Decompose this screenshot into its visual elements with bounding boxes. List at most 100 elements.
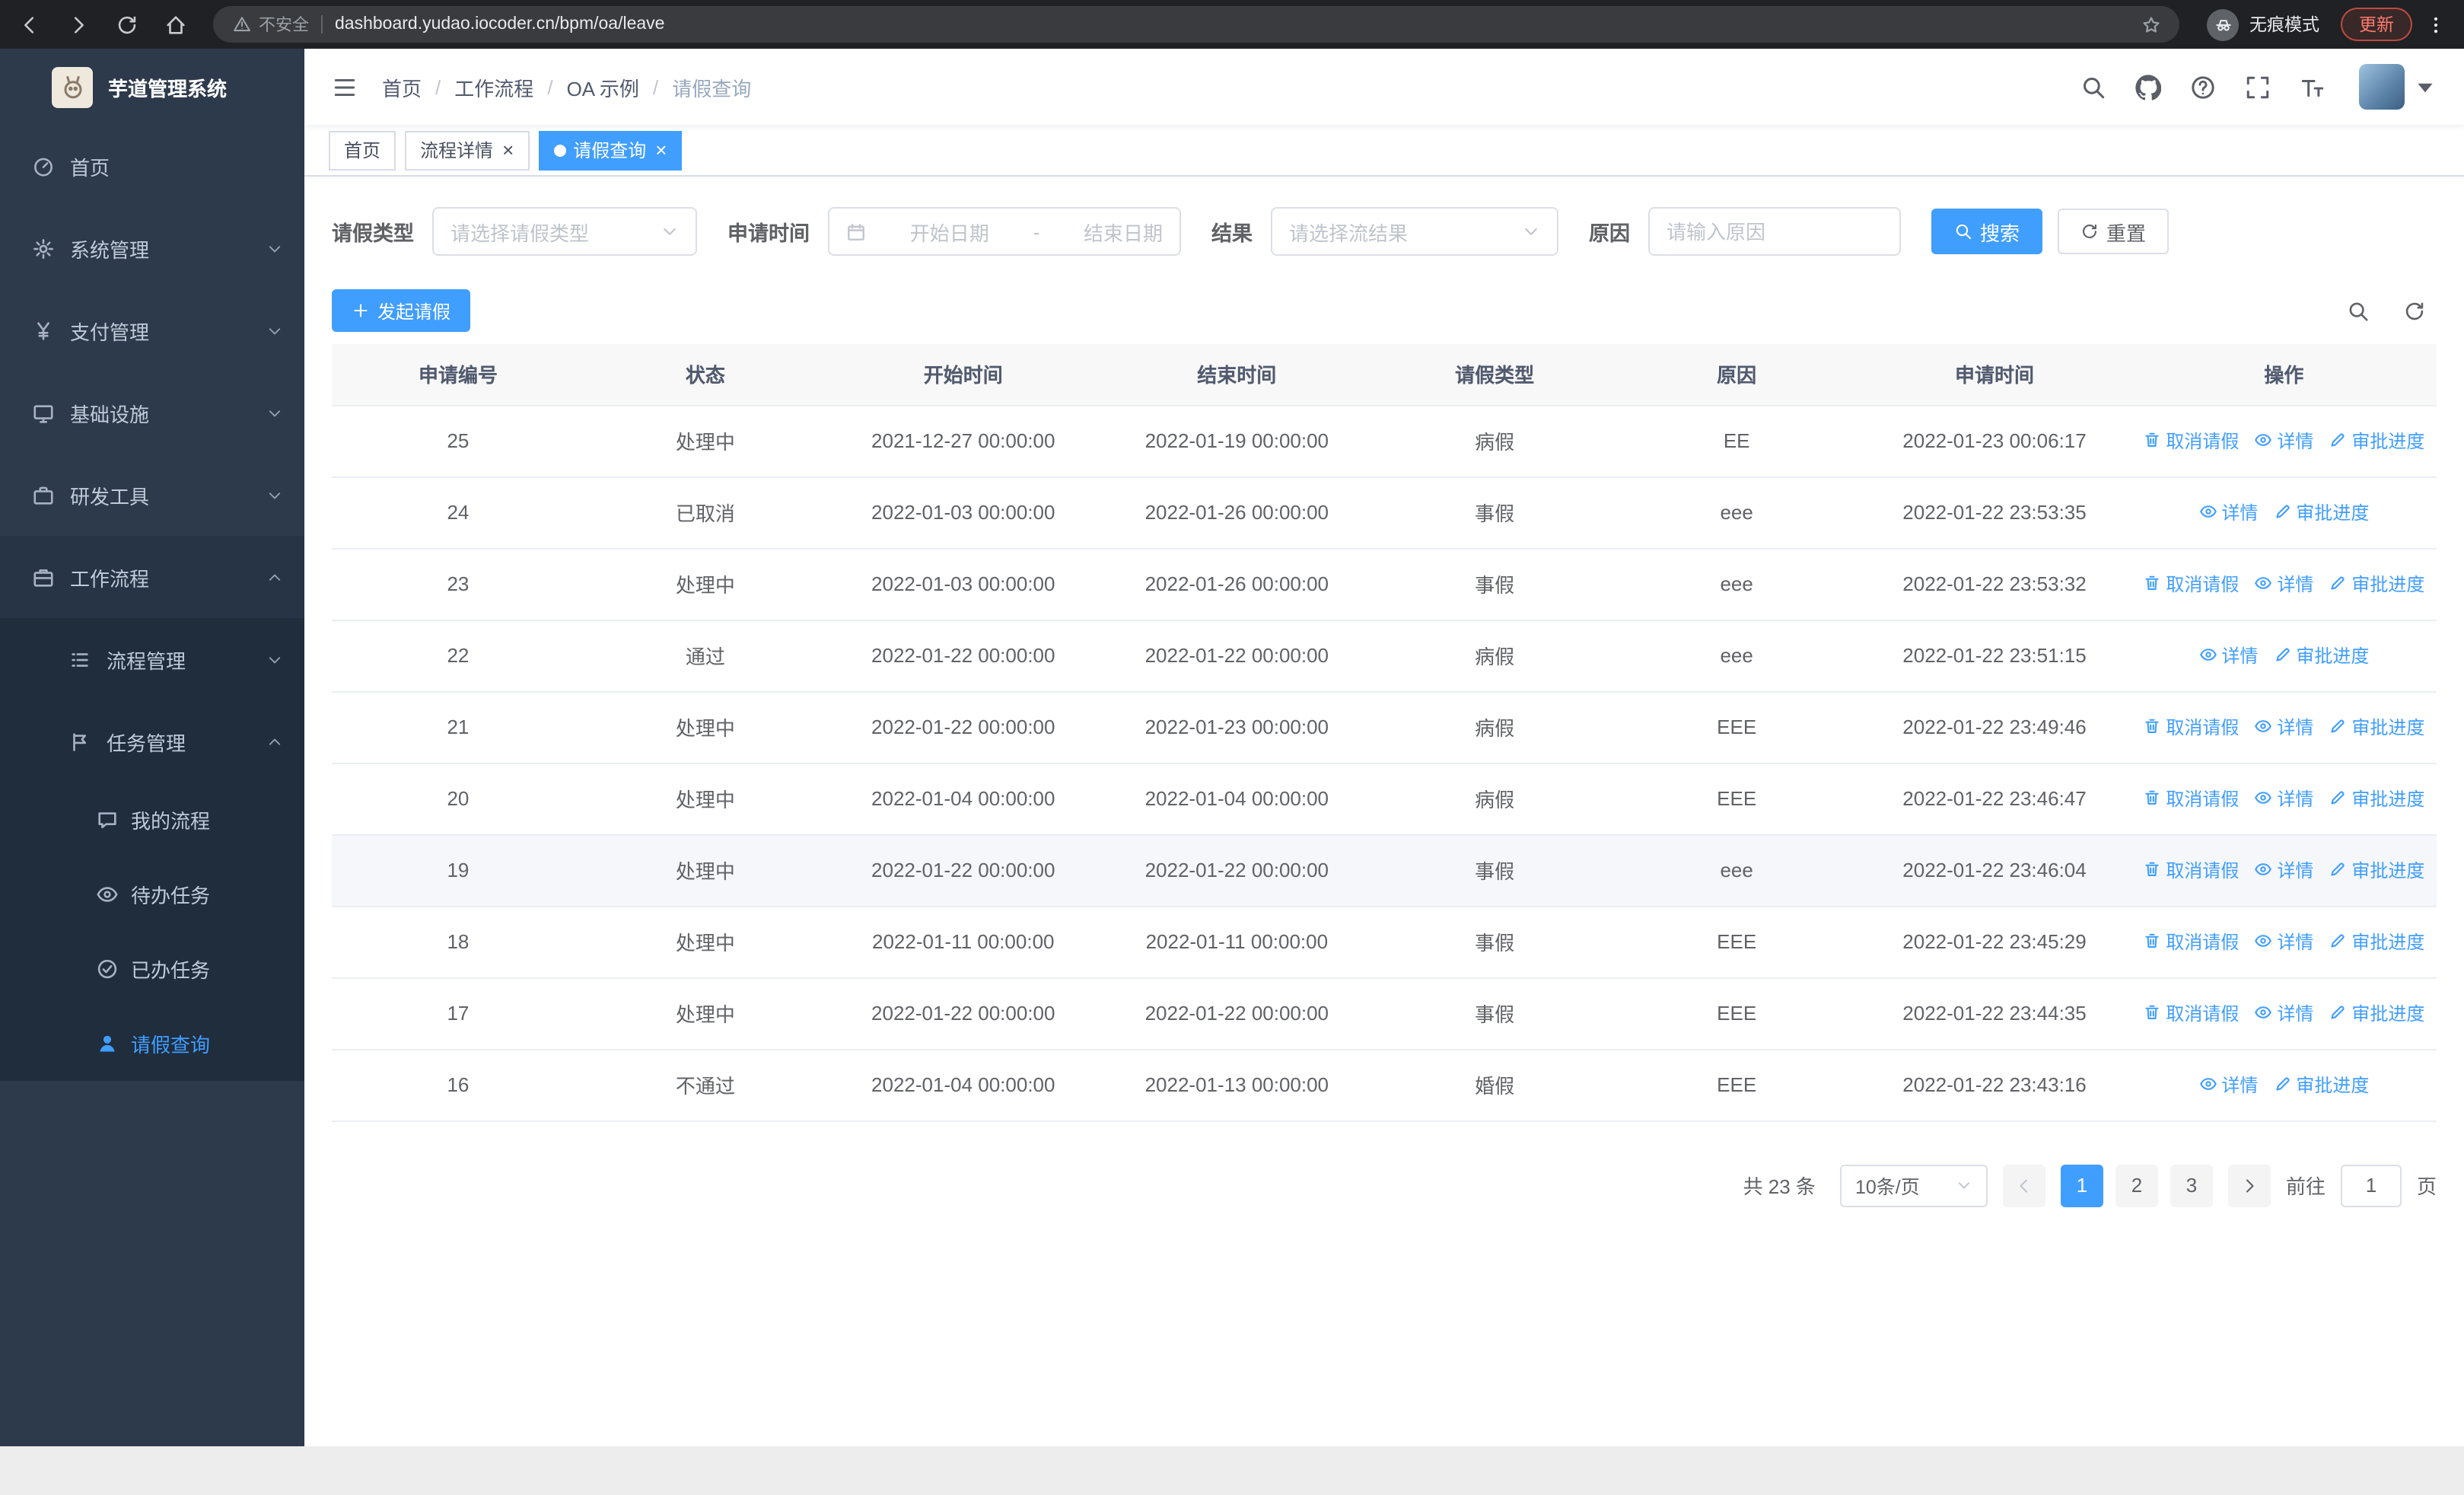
close-icon[interactable]: × [502, 140, 514, 160]
page-button-3[interactable]: 3 [2170, 1164, 2213, 1207]
progress-link[interactable]: 审批进度 [2273, 1072, 2369, 1098]
sidebar-item-2[interactable]: 支付管理 [0, 289, 304, 371]
end-date-placeholder: 结束日期 [1083, 222, 1163, 244]
sidebar-item-9[interactable]: 待办任务 [0, 857, 304, 932]
tab-2[interactable]: 请假查询 × [538, 130, 683, 170]
progress-link[interactable]: 审批进度 [2329, 929, 2424, 955]
fontsize-icon[interactable] [2298, 72, 2327, 101]
browser-update-button[interactable]: 更新 [2341, 8, 2412, 41]
sidebar-toggle-icon[interactable] [329, 72, 359, 102]
page-content: 请假类型 请选择请假类型 申请时间 开始日期 - 结束日期 结果 请选择流结果 [304, 177, 2464, 1446]
result-select[interactable]: 请选择流结果 [1271, 207, 1558, 256]
detail-link[interactable]: 详情 [2254, 786, 2313, 811]
toggle-search-icon[interactable] [2345, 298, 2371, 324]
cancel-leave-link[interactable]: 取消请假 [2143, 786, 2239, 811]
cancel-leave-link[interactable]: 取消请假 [2143, 929, 2239, 955]
cancel-leave-link[interactable]: 取消请假 [2143, 714, 2239, 740]
apply-time-range-input[interactable]: 开始日期 - 结束日期 [828, 207, 1181, 256]
sidebar-item-5[interactable]: 工作流程 [0, 536, 304, 618]
progress-link[interactable]: 审批进度 [2329, 786, 2424, 811]
browser-menu-icon[interactable] [2421, 9, 2449, 40]
fullscreen-icon[interactable] [2243, 72, 2272, 101]
sidebar-item-7[interactable]: 任务管理 [0, 700, 304, 783]
sidebar-item-label: 系统管理 [70, 238, 150, 261]
security-indicator[interactable]: 不安全 [231, 12, 309, 37]
cell-apply-time: 2022-01-22 23:43:16 [1858, 1049, 2131, 1121]
arrow-right-icon[interactable] [64, 11, 91, 38]
column-header: 操作 [2131, 344, 2437, 406]
user-menu[interactable] [2359, 64, 2440, 110]
detail-link[interactable]: 详情 [2198, 1072, 2258, 1098]
progress-link[interactable]: 审批进度 [2329, 857, 2424, 883]
goto-page-input[interactable] [2340, 1164, 2402, 1207]
page-button-1[interactable]: 1 [2060, 1164, 2103, 1207]
tab-1[interactable]: 流程详情 × [405, 130, 530, 170]
next-page-button[interactable] [2227, 1164, 2271, 1207]
sidebar-item-6[interactable]: 流程管理 [0, 618, 304, 700]
page-button-2[interactable]: 2 [2115, 1164, 2158, 1207]
create-leave-button[interactable]: 发起请假 [332, 289, 471, 332]
refresh-table-icon[interactable] [2402, 298, 2427, 324]
arrow-left-icon[interactable] [15, 11, 43, 38]
breadcrumb-item-2[interactable]: OA 示例 [567, 72, 639, 101]
progress-link[interactable]: 审批进度 [2329, 1000, 2424, 1026]
bookmark-star-icon[interactable] [2140, 14, 2161, 34]
progress-link[interactable]: 审批进度 [2329, 428, 2424, 454]
url-bar[interactable]: 不安全 dashboard.yudao.iocoder.cn/bpm/oa/le… [213, 6, 2179, 43]
progress-link-label: 审批进度 [2351, 1003, 2425, 1025]
detail-link[interactable]: 详情 [2254, 1000, 2313, 1026]
column-header: 原因 [1616, 344, 1858, 406]
cancel-leave-link[interactable]: 取消请假 [2143, 857, 2239, 883]
prev-page-button[interactable] [2002, 1164, 2045, 1207]
cell-start: 2022-01-22 00:00:00 [826, 620, 1100, 692]
cell-start: 2022-01-04 00:00:00 [826, 1049, 1100, 1121]
refresh-icon[interactable] [113, 11, 140, 38]
search-button[interactable]: 搜索 [1931, 209, 2043, 254]
detail-link[interactable]: 详情 [2254, 428, 2313, 454]
chevron-down-icon [266, 322, 283, 339]
breadcrumb-item-0[interactable]: 首页 [382, 72, 422, 101]
cancel-leave-link[interactable]: 取消请假 [2143, 571, 2239, 597]
sidebar-item-10[interactable]: 已办任务 [0, 932, 304, 1006]
close-icon[interactable]: × [655, 140, 667, 160]
search-icon[interactable] [2079, 72, 2108, 101]
sidebar-item-11[interactable]: 请假查询 [0, 1006, 304, 1081]
detail-link[interactable]: 详情 [2254, 857, 2313, 883]
sidebar-item-3[interactable]: 基础设施 [0, 371, 304, 454]
trash-icon [2143, 789, 2161, 808]
leave-type-select[interactable]: 请选择请假类型 [432, 207, 697, 256]
question-icon[interactable] [2189, 72, 2217, 101]
reset-button[interactable]: 重置 [2058, 209, 2170, 254]
cancel-leave-link-label: 取消请假 [2166, 430, 2240, 452]
tab-0[interactable]: 首页 [329, 130, 396, 170]
sidebar-item-4[interactable]: 研发工具 [0, 454, 304, 536]
cell-apply-time: 2022-01-22 23:49:46 [1858, 691, 2131, 763]
progress-link[interactable]: 审批进度 [2329, 571, 2424, 597]
detail-link[interactable]: 详情 [2198, 499, 2258, 525]
sidebar-item-8[interactable]: 我的流程 [0, 783, 304, 857]
progress-link[interactable]: 审批进度 [2273, 642, 2369, 668]
cancel-leave-link[interactable]: 取消请假 [2143, 1000, 2239, 1026]
reason-input[interactable] [1650, 209, 1899, 254]
sidebar-item-0[interactable]: 首页 [0, 125, 304, 207]
cell-start: 2022-01-04 00:00:00 [826, 763, 1100, 835]
logo[interactable]: 芋道管理系统 [0, 49, 304, 125]
cancel-leave-link[interactable]: 取消请假 [2143, 428, 2239, 454]
github-icon[interactable] [2134, 72, 2163, 101]
detail-link[interactable]: 详情 [2198, 642, 2258, 668]
start-date-placeholder: 开始日期 [909, 222, 989, 244]
detail-link[interactable]: 详情 [2254, 929, 2313, 955]
detail-link[interactable]: 详情 [2254, 714, 2313, 740]
trash-icon [2143, 432, 2161, 450]
home-icon[interactable] [161, 11, 189, 38]
page-size-select[interactable]: 10条/页 [1839, 1164, 1988, 1207]
create-leave-label: 发起请假 [377, 301, 451, 322]
breadcrumb-item-1[interactable]: 工作流程 [454, 72, 533, 101]
cell-apply-time: 2022-01-22 23:51:15 [1858, 620, 2131, 692]
detail-link[interactable]: 详情 [2254, 571, 2313, 597]
progress-link[interactable]: 审批进度 [2329, 714, 2424, 740]
progress-link[interactable]: 审批进度 [2273, 499, 2369, 525]
cancel-leave-link-label: 取消请假 [2166, 1003, 2240, 1025]
sidebar-item-1[interactable]: 系统管理 [0, 207, 304, 289]
top-navbar: 首页 / 工作流程 / OA 示例 / 请假查询 [304, 49, 2464, 125]
